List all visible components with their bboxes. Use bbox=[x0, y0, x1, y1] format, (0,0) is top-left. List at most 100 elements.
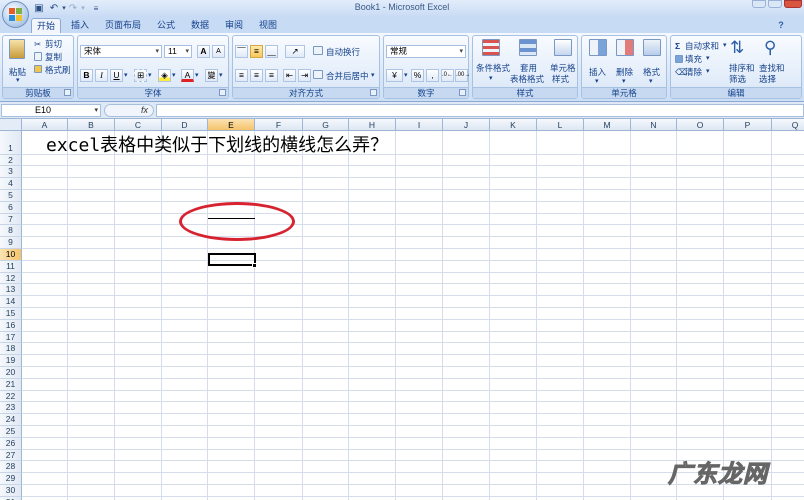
formula-input[interactable] bbox=[156, 104, 804, 117]
row-header-28[interactable]: 28 bbox=[0, 461, 22, 474]
sort-filter-icon[interactable]: ⇅ bbox=[730, 38, 744, 58]
increase-indent-button[interactable]: ⇥ bbox=[298, 69, 311, 82]
font-size-select[interactable]: 11 ▾ bbox=[164, 45, 192, 58]
close-button[interactable] bbox=[784, 0, 802, 8]
help-icon[interactable]: ? bbox=[775, 18, 787, 33]
row-header-15[interactable]: 15 bbox=[0, 308, 22, 320]
column-header-g[interactable]: G bbox=[303, 119, 349, 131]
row-header-19[interactable]: 19 bbox=[0, 355, 22, 367]
align-right-button[interactable]: ≡ bbox=[265, 69, 278, 82]
tab-view[interactable]: 视图 bbox=[254, 18, 282, 33]
font-color-dropdown-icon[interactable]: ▾ bbox=[195, 71, 199, 81]
align-middle-button[interactable]: ≡ bbox=[250, 45, 263, 58]
office-button[interactable] bbox=[2, 1, 29, 28]
format-dropdown-icon[interactable]: ▾ bbox=[649, 77, 653, 87]
find-select-icon[interactable]: ⚲ bbox=[764, 38, 776, 58]
column-header-n[interactable]: N bbox=[631, 119, 677, 131]
cell-styles-line1[interactable]: 单元格 bbox=[550, 63, 576, 73]
number-launcher-icon[interactable] bbox=[459, 89, 466, 96]
row-header-13[interactable]: 13 bbox=[0, 284, 22, 297]
insert-cells-icon[interactable] bbox=[589, 39, 607, 56]
borders-button[interactable]: ⊞ bbox=[134, 69, 147, 82]
alignment-launcher-icon[interactable] bbox=[370, 89, 377, 96]
maximize-button[interactable] bbox=[768, 0, 782, 8]
wrap-text-icon[interactable] bbox=[313, 46, 323, 55]
row-header-4[interactable]: 4 bbox=[0, 178, 22, 190]
align-top-button[interactable]: ⎺ bbox=[235, 45, 248, 58]
column-header-q[interactable]: Q bbox=[772, 119, 804, 131]
autosum-button[interactable]: 自动求和 bbox=[685, 41, 719, 51]
fill-handle[interactable] bbox=[252, 263, 257, 268]
tab-review[interactable]: 审阅 bbox=[220, 18, 248, 33]
row-header-26[interactable]: 26 bbox=[0, 437, 22, 450]
select-all-button[interactable] bbox=[0, 119, 22, 131]
column-header-o[interactable]: O bbox=[677, 119, 724, 131]
cut-button[interactable]: 剪切 bbox=[45, 39, 62, 49]
row-header-3[interactable]: 3 bbox=[0, 166, 22, 179]
format-cells-button[interactable]: 格式 bbox=[643, 67, 660, 77]
autosum-icon[interactable]: Σ bbox=[675, 41, 680, 51]
sort-filter-line1[interactable]: 排序和 bbox=[729, 63, 755, 73]
merge-center-button[interactable]: 合并后居中 bbox=[326, 71, 369, 81]
format-painter-icon[interactable] bbox=[34, 65, 42, 73]
row-header-11[interactable]: 11 bbox=[0, 260, 22, 273]
row-header-17[interactable]: 17 bbox=[0, 331, 22, 344]
format-as-table-line2[interactable]: 表格格式 bbox=[510, 74, 544, 84]
autosum-dropdown-icon[interactable]: ▾ bbox=[723, 41, 727, 51]
bold-button[interactable]: B bbox=[80, 69, 93, 82]
font-launcher-icon[interactable] bbox=[219, 89, 226, 96]
number-format-select[interactable]: 常规 ▾ bbox=[386, 45, 466, 58]
row-header-2[interactable]: 2 bbox=[0, 154, 22, 167]
tab-data[interactable]: 数据 bbox=[186, 18, 214, 33]
column-header-h[interactable]: H bbox=[349, 119, 396, 131]
fill-icon[interactable] bbox=[675, 55, 683, 63]
cell-a1-text[interactable]: excel表格中类似于下划线的横线怎么弄？ bbox=[46, 134, 388, 158]
phonetic-dropdown-icon[interactable]: ▾ bbox=[219, 71, 223, 81]
tab-page-layout[interactable]: 页面布局 bbox=[100, 18, 146, 33]
comma-button[interactable]: , bbox=[426, 69, 439, 82]
align-center-button[interactable]: ≡ bbox=[250, 69, 263, 82]
decrease-indent-button[interactable]: ⇤ bbox=[283, 69, 296, 82]
sort-filter-line2[interactable]: 筛选 bbox=[729, 74, 746, 84]
paste-dropdown-icon[interactable]: ▾ bbox=[16, 76, 20, 86]
font-name-select[interactable]: 宋体 ▾ bbox=[80, 45, 162, 58]
format-cells-icon[interactable] bbox=[643, 39, 661, 56]
find-select-line1[interactable]: 查找和 bbox=[759, 63, 785, 73]
merge-dropdown-icon[interactable]: ▾ bbox=[371, 71, 375, 81]
insert-dropdown-icon[interactable]: ▾ bbox=[595, 77, 599, 87]
worksheet-grid[interactable]: ABCDEFGHIJKLMNOPQ 1 2 3 4 5 6 7 8 9 10 11 12 13 14 15 1… bbox=[0, 119, 804, 500]
font-color-button[interactable]: A bbox=[181, 69, 194, 82]
accounting-dropdown-icon[interactable]: ▾ bbox=[404, 71, 408, 81]
row-header-20[interactable]: 20 bbox=[0, 367, 22, 379]
column-header-p[interactable]: P bbox=[724, 119, 772, 131]
borders-dropdown-icon[interactable]: ▾ bbox=[148, 71, 152, 81]
conditional-dropdown-icon[interactable]: ▾ bbox=[489, 74, 493, 84]
column-header-l[interactable]: L bbox=[537, 119, 584, 131]
underline-button[interactable]: U bbox=[110, 69, 123, 82]
grow-font-button[interactable]: A bbox=[197, 45, 210, 58]
row-header-22[interactable]: 22 bbox=[0, 390, 22, 403]
row-header-27[interactable]: 27 bbox=[0, 449, 22, 462]
row-header-24[interactable]: 24 bbox=[0, 414, 22, 426]
fill-button[interactable]: 填充 bbox=[685, 54, 702, 64]
orientation-button[interactable]: ↗ bbox=[285, 45, 305, 58]
cell-styles-line2[interactable]: 样式 bbox=[552, 74, 569, 84]
row-header-8[interactable]: 8 bbox=[0, 225, 22, 238]
fill-color-button[interactable]: ◈ bbox=[158, 69, 171, 82]
row-header-30[interactable]: 30 bbox=[0, 485, 22, 497]
row-header-21[interactable]: 21 bbox=[0, 378, 22, 391]
copy-button[interactable]: 复制 bbox=[45, 52, 62, 62]
tab-insert[interactable]: 插入 bbox=[66, 18, 94, 33]
column-header-e[interactable]: E bbox=[208, 119, 255, 131]
clear-button[interactable]: 清除 bbox=[685, 67, 702, 77]
fill-dropdown-icon[interactable]: ▾ bbox=[706, 54, 710, 64]
accounting-button[interactable]: ¥ bbox=[386, 69, 403, 82]
paste-icon[interactable] bbox=[9, 39, 25, 59]
clear-dropdown-icon[interactable]: ▾ bbox=[706, 67, 710, 77]
row-header-9[interactable]: 9 bbox=[0, 237, 22, 249]
row-header-16[interactable]: 16 bbox=[0, 319, 22, 332]
minimize-button[interactable] bbox=[752, 0, 766, 8]
find-select-line2[interactable]: 选择 bbox=[759, 74, 776, 84]
column-header-m[interactable]: M bbox=[584, 119, 631, 131]
insert-function-button[interactable]: fx bbox=[141, 105, 148, 115]
